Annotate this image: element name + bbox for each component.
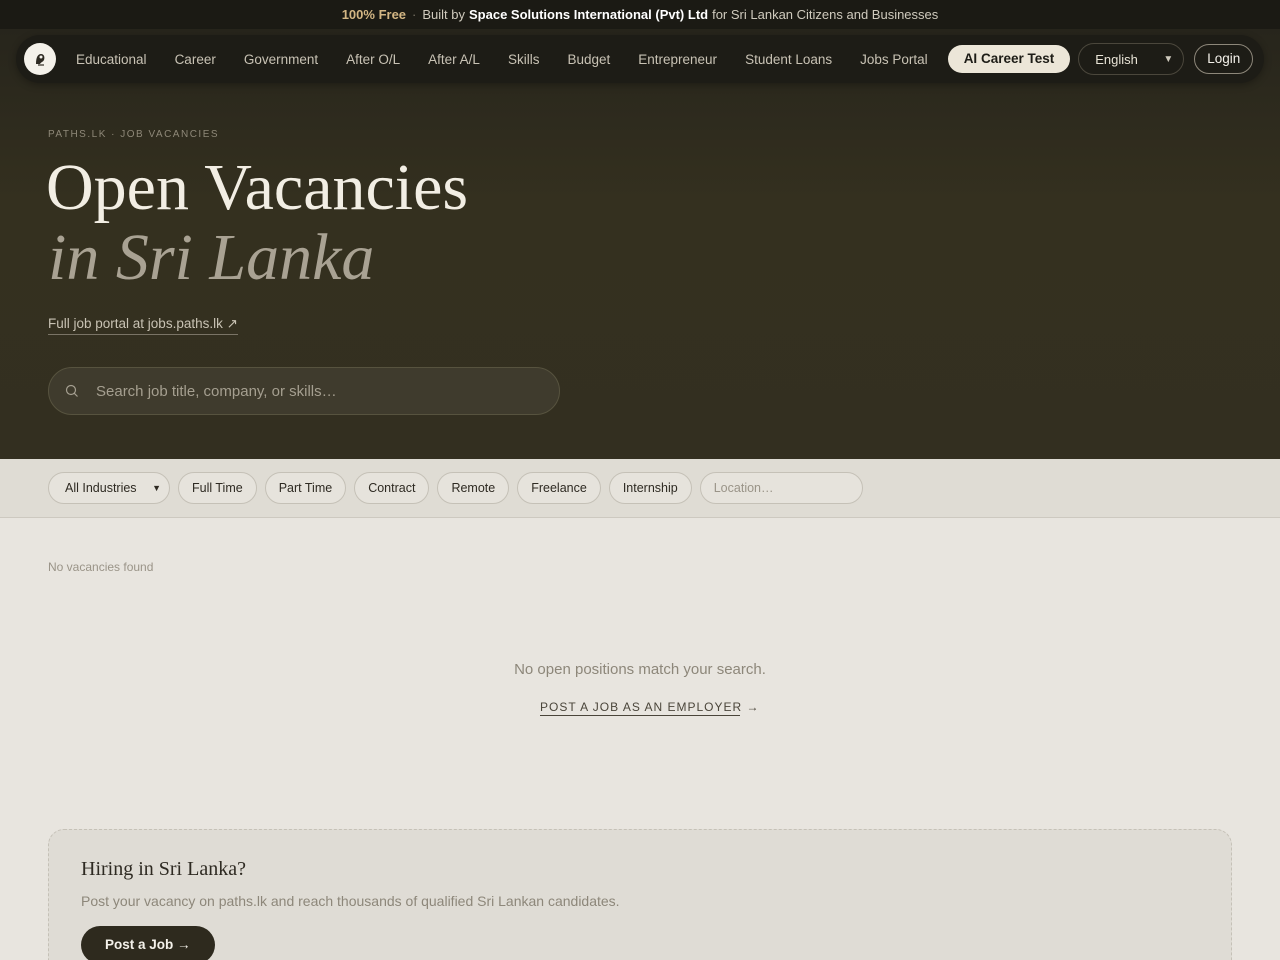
empty-message: No open positions match your search.	[514, 661, 766, 678]
nav-link-entrepreneur[interactable]: Entrepreneur	[624, 52, 731, 67]
post-job-button[interactable]: Post a Job →	[81, 926, 215, 960]
company-name: Space Solutions International (Pvt) Ltd	[469, 7, 709, 22]
breadcrumb: PATHS.LK · JOB VACANCIES	[48, 129, 220, 140]
search-input[interactable]	[96, 382, 526, 400]
nav-link-after-al[interactable]: After A/L	[414, 52, 494, 67]
ai-career-test-button[interactable]: AI Career Test	[947, 45, 1071, 73]
login-button[interactable]: Login	[1194, 44, 1254, 74]
built-by-text: Built by	[422, 7, 466, 22]
nav-link-jobs-portal[interactable]: Jobs Portal	[846, 52, 942, 67]
language-select[interactable]: English ▼	[1078, 43, 1185, 75]
main-nav: Educational Career Government After O/L …	[16, 35, 1264, 83]
industry-select[interactable]: All Industries ▼	[48, 472, 170, 504]
free-label: 100% Free	[341, 7, 407, 22]
filter-full-time[interactable]: Full Time	[178, 472, 257, 504]
search-icon	[65, 384, 78, 397]
post-job-employer-link[interactable]: POST A JOB AS AN EMPLOYER →	[540, 700, 759, 716]
hiring-card: Hiring in Sri Lanka? Post your vacancy o…	[48, 829, 1232, 960]
page-subtitle: in Sri Lanka	[48, 221, 375, 294]
filter-contract[interactable]: Contract	[354, 472, 430, 504]
filter-bar: All Industries ▼ Full Time Part Time Con…	[0, 459, 1280, 518]
hiring-title: Hiring in Sri Lanka?	[81, 858, 246, 880]
nav-link-after-ol[interactable]: After O/L	[332, 52, 414, 67]
nav-link-budget[interactable]: Budget	[553, 52, 624, 67]
filter-part-time[interactable]: Part Time	[264, 472, 347, 504]
nav-link-educational[interactable]: Educational	[62, 52, 161, 67]
filter-internship[interactable]: Internship	[608, 472, 692, 504]
results-count: No vacancies found	[48, 560, 154, 574]
nav-link-student-loans[interactable]: Student Loans	[731, 52, 846, 67]
nav-links: Educational Career Government After O/L …	[62, 52, 942, 67]
paths-lk-logo-icon	[30, 49, 50, 69]
nav-link-skills[interactable]: Skills	[494, 52, 554, 67]
logo[interactable]	[24, 43, 56, 75]
page-title: Open Vacancies	[46, 151, 469, 224]
chevron-down-icon: ▼	[152, 483, 161, 493]
job-portal-link[interactable]: Full job portal at jobs.paths.lk ↗	[48, 316, 238, 335]
hiring-description: Post your vacancy on paths.lk and reach …	[81, 893, 620, 909]
language-value: English	[1095, 51, 1138, 67]
nav-link-government[interactable]: Government	[230, 52, 332, 67]
filter-freelance[interactable]: Freelance	[517, 472, 601, 504]
announcement-bar: 100% Free · Built by Space Solutions Int…	[0, 0, 1280, 29]
filter-remote[interactable]: Remote	[437, 472, 510, 504]
for-text: for Sri Lankan Citizens and Businesses	[712, 7, 939, 22]
search-bar	[48, 367, 560, 415]
separator: ·	[412, 7, 417, 22]
chevron-down-icon: ▼	[1163, 53, 1174, 65]
industry-value: All Industries	[65, 481, 137, 495]
nav-link-career[interactable]: Career	[161, 52, 230, 67]
location-input[interactable]	[699, 472, 863, 504]
